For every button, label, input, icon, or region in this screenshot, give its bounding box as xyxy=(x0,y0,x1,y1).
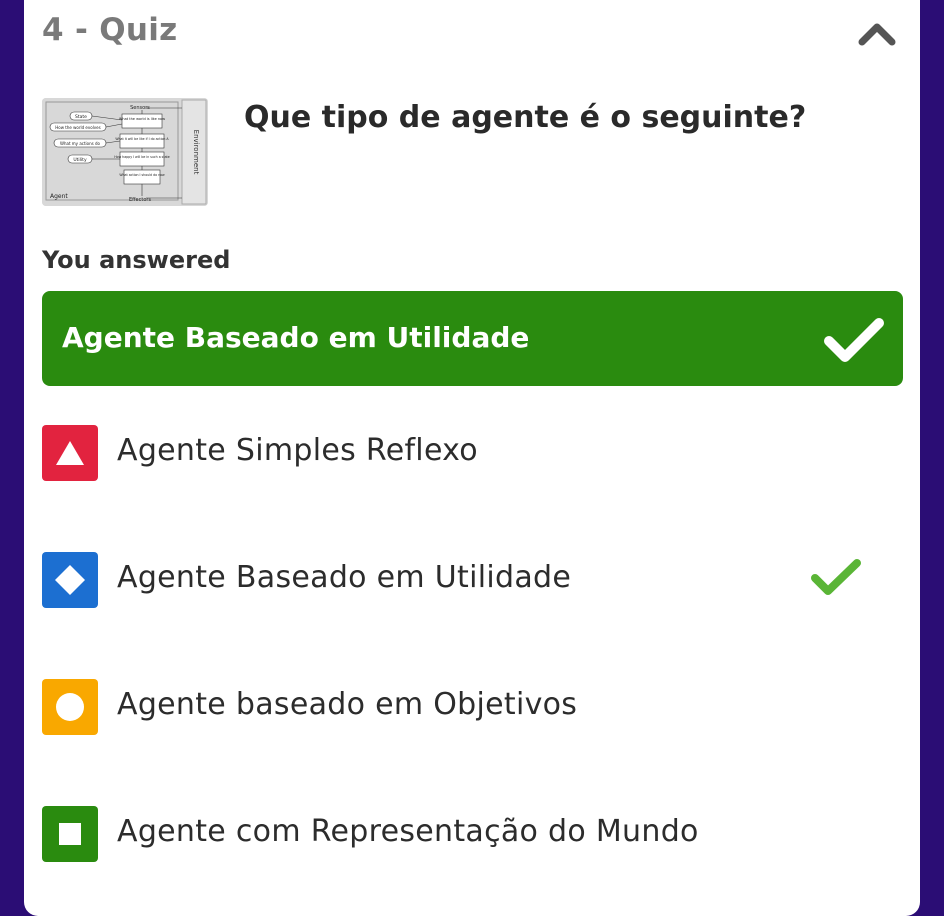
check-icon xyxy=(811,559,861,595)
diagram-label-environment: Environment xyxy=(192,130,200,175)
diagram-label-what-action: What action I should do now xyxy=(119,173,165,177)
option-label: Agente baseado em Objetivos xyxy=(117,687,578,722)
question-text: Que tipo de agente é o seguinte? xyxy=(244,100,807,135)
chevron-up-icon[interactable] xyxy=(858,20,896,46)
option-1[interactable]: Agente Simples Reflexo xyxy=(42,425,903,481)
question-image: Environment Sensors Effectors Agent Stat… xyxy=(42,98,208,206)
selected-answer-text: Agente Baseado em Utilidade xyxy=(62,321,530,354)
diagram-label-how-happy: How happy I will be in such a state xyxy=(114,155,170,159)
option-3[interactable]: Agente baseado em Objetivos xyxy=(42,679,903,735)
you-answered-label: You answered xyxy=(42,246,231,274)
square-icon xyxy=(42,806,98,862)
circle-icon xyxy=(42,679,98,735)
diagram-label-world-evolves: How the world evolves xyxy=(55,125,100,130)
diagram-label-actions-do: What my actions do xyxy=(60,141,101,146)
option-label: Agente com Representação do Mundo xyxy=(117,814,699,849)
diagram-label-agent: Agent xyxy=(50,193,68,200)
option-label: Agente Baseado em Utilidade xyxy=(117,560,572,595)
selected-answer: Agente Baseado em Utilidade xyxy=(42,291,903,386)
option-2[interactable]: Agente Baseado em Utilidade xyxy=(42,552,903,608)
agent-diagram: Environment Sensors Effectors Agent Stat… xyxy=(42,98,208,206)
diamond-icon xyxy=(42,552,98,608)
quiz-card: 4 - Quiz Environment Sensors Effectors A… xyxy=(24,0,920,916)
check-icon xyxy=(824,318,884,362)
diagram-label-world-now: What the world is like now xyxy=(119,117,165,121)
option-label: Agente Simples Reflexo xyxy=(117,433,478,468)
quiz-title: 4 - Quiz xyxy=(42,12,178,48)
diagram-label-will-be-like: What it will be like if I do action A xyxy=(115,137,169,141)
option-4[interactable]: Agente com Representação do Mundo xyxy=(42,806,903,862)
triangle-icon xyxy=(42,425,98,481)
diagram-label-utility: Utility xyxy=(73,157,87,163)
diagram-label-state: State xyxy=(75,114,87,120)
